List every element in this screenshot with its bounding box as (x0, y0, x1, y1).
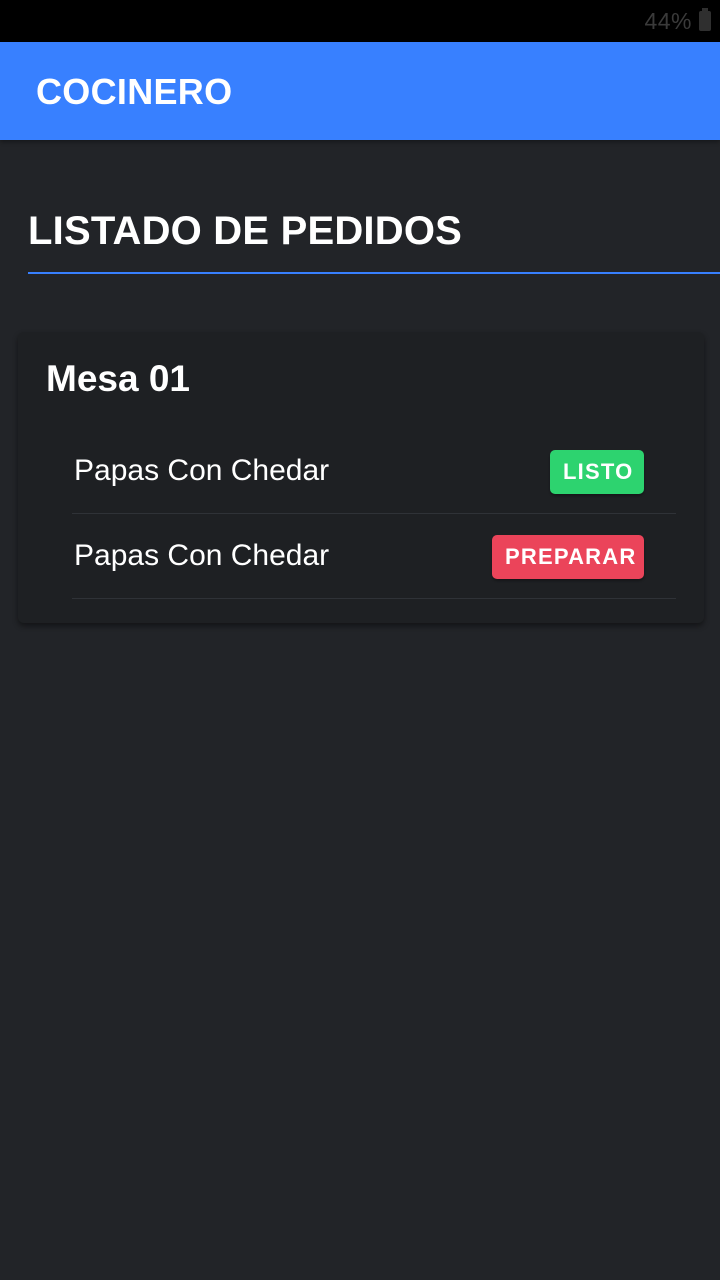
battery-percentage: 44% (644, 8, 692, 34)
toolbar-title: COCINERO (36, 71, 233, 112)
listo-button[interactable]: LISTO (550, 450, 644, 494)
order-item: Papas Con Chedar LISTO (72, 429, 676, 514)
status-bar: 44% (0, 0, 720, 42)
order-item-label: Papas Con Chedar (74, 539, 330, 572)
table-card: Mesa 01 Papas Con Chedar LISTO Papas Con… (18, 332, 704, 623)
page-title: LISTADO DE PEDIDOS (28, 209, 463, 253)
app-toolbar: COCINERO (0, 42, 720, 140)
table-name: Mesa 01 (46, 358, 190, 399)
battery-icon (699, 8, 711, 31)
order-item-label: Papas Con Chedar (74, 454, 330, 487)
order-item: Papas Con Chedar PREPARAR (72, 514, 676, 599)
preparar-button[interactable]: PREPARAR (492, 535, 644, 579)
section-header: LISTADO DE PEDIDOS (28, 204, 720, 274)
